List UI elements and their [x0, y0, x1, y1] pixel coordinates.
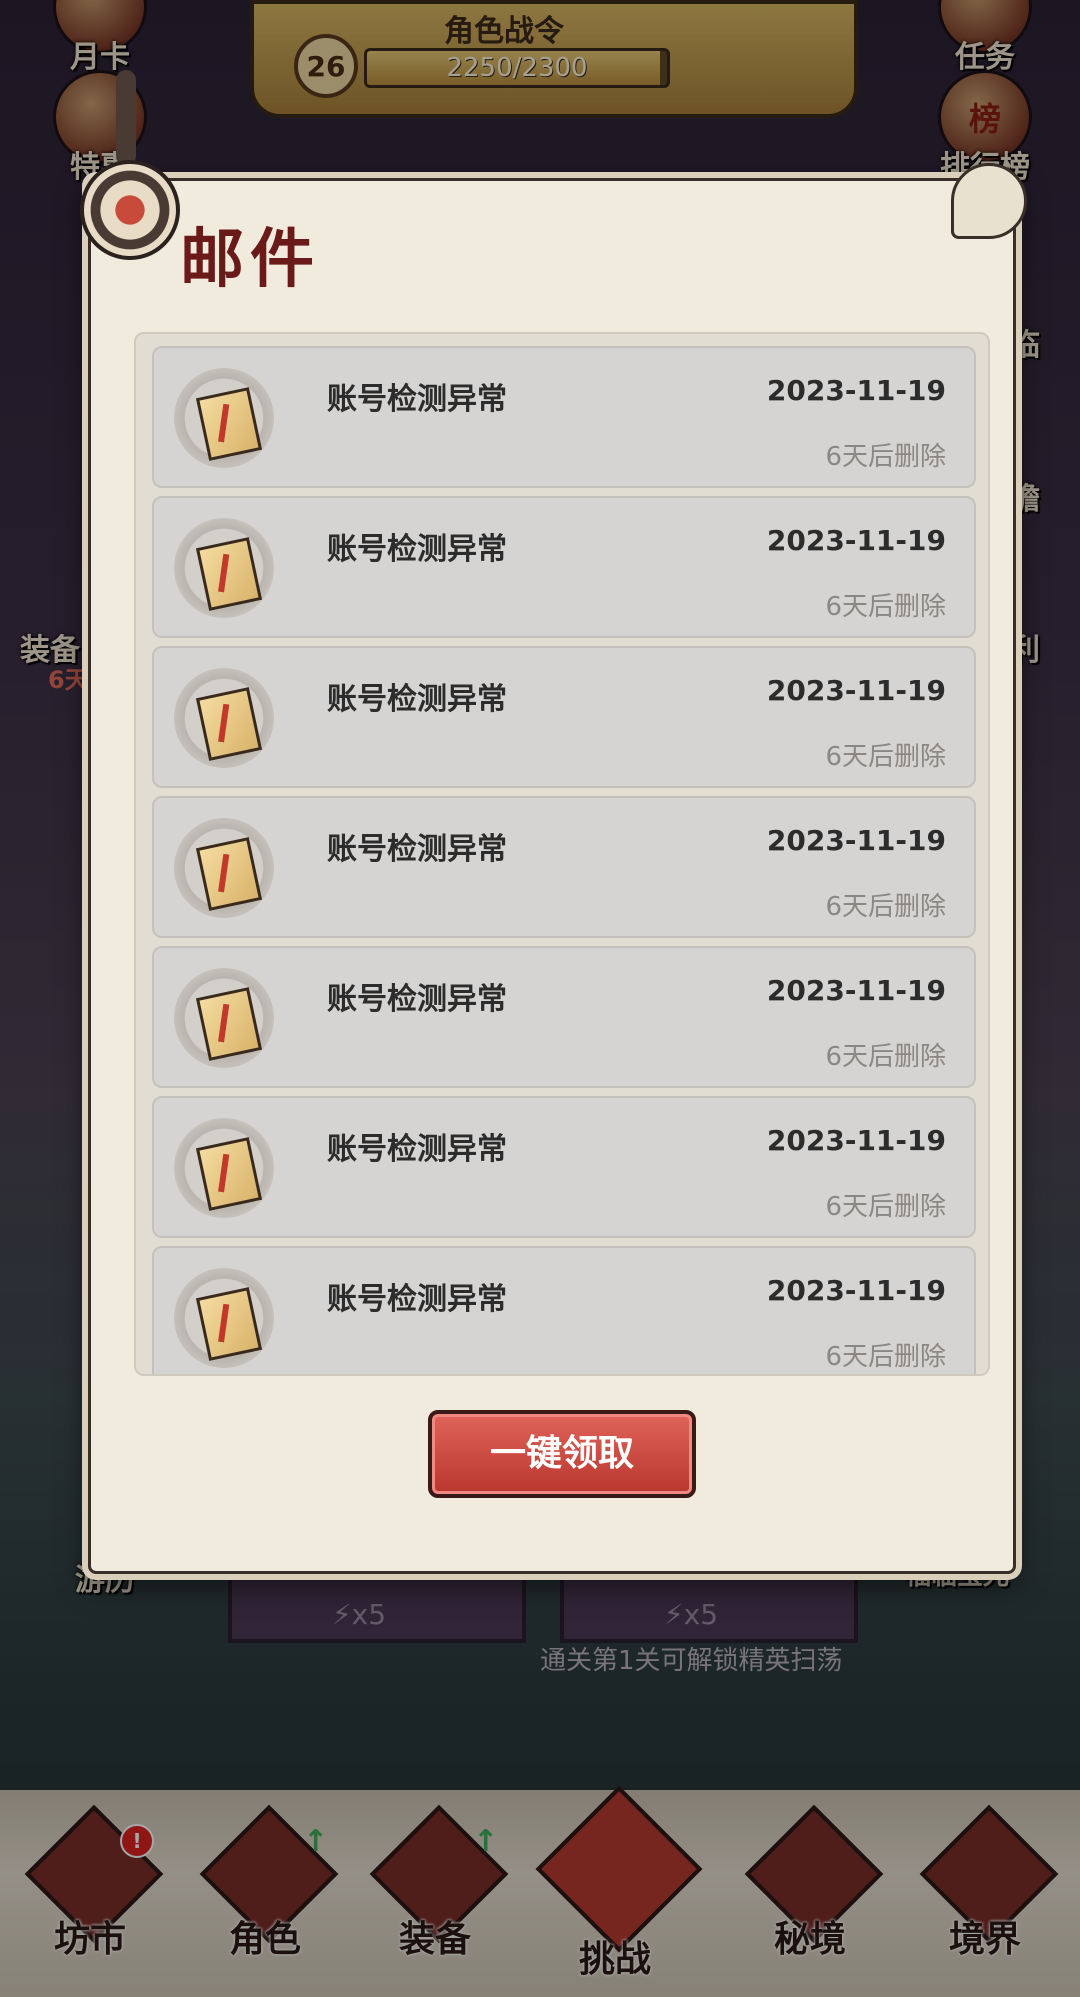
mail-envelope-icon	[174, 968, 274, 1068]
mail-expire: 6天后删除	[825, 892, 946, 922]
envelope-icon	[195, 1287, 263, 1361]
envelope-icon	[195, 837, 263, 911]
mail-expire: 6天后删除	[825, 742, 946, 772]
emblem-ring	[80, 160, 180, 260]
mail-title: 账号检测异常	[327, 1282, 507, 1317]
envelope-icon	[195, 537, 263, 611]
mail-emblem-icon	[50, 60, 200, 270]
mail-date: 2023-11-19	[766, 374, 946, 407]
emblem-stem	[116, 70, 136, 166]
mail-title: 账号检测异常	[327, 982, 507, 1017]
mail-expire: 6天后删除	[825, 442, 946, 472]
mail-title: 账号检测异常	[327, 382, 507, 417]
claim-all-button[interactable]: 一键领取	[428, 1410, 696, 1498]
mail-envelope-icon	[174, 1268, 274, 1368]
envelope-icon	[195, 987, 263, 1061]
mail-date: 2023-11-19	[766, 1274, 946, 1307]
mail-list[interactable]: 账号检测异常 2023-11-19 6天后删除 账号检测异常 2023-11-19 6天后…	[134, 332, 990, 1376]
scroll-curl-decoration	[951, 163, 1027, 239]
mail-title: 账号检测异常	[327, 1132, 507, 1167]
mail-item[interactable]: 账号检测异常 2023-11-19 6天后删除	[152, 646, 976, 788]
mail-date: 2023-11-19	[766, 524, 946, 557]
envelope-icon	[195, 387, 263, 461]
mail-envelope-icon	[174, 1118, 274, 1218]
mail-item[interactable]: 账号检测异常 2023-11-19 6天后删除	[152, 1096, 976, 1238]
envelope-icon	[195, 1137, 263, 1211]
mail-title: 账号检测异常	[327, 682, 507, 717]
mail-envelope-icon	[174, 668, 274, 768]
mail-panel-title: 邮件	[180, 222, 320, 297]
mail-item[interactable]: 账号检测异常 2023-11-19 6天后删除	[152, 1246, 976, 1374]
mail-title: 账号检测异常	[327, 832, 507, 867]
mail-date: 2023-11-19	[766, 674, 946, 707]
mail-expire: 6天后删除	[825, 1192, 946, 1222]
mail-date: 2023-11-19	[766, 824, 946, 857]
mail-expire: 6天后删除	[825, 592, 946, 622]
mail-envelope-icon	[174, 818, 274, 918]
envelope-icon	[195, 687, 263, 761]
mail-date: 2023-11-19	[766, 974, 946, 1007]
mail-envelope-icon	[174, 518, 274, 618]
mail-item[interactable]: 账号检测异常 2023-11-19 6天后删除	[152, 796, 976, 938]
mail-item[interactable]: 账号检测异常 2023-11-19 6天后删除	[152, 946, 976, 1088]
mail-expire: 6天后删除	[825, 1342, 946, 1372]
mail-expire: 6天后删除	[825, 1042, 946, 1072]
mail-date: 2023-11-19	[766, 1124, 946, 1157]
mail-envelope-icon	[174, 368, 274, 468]
mail-item[interactable]: 账号检测异常 2023-11-19 6天后删除	[152, 346, 976, 488]
mail-item[interactable]: 账号检测异常 2023-11-19 6天后删除	[152, 496, 976, 638]
mail-title: 账号检测异常	[327, 532, 507, 567]
